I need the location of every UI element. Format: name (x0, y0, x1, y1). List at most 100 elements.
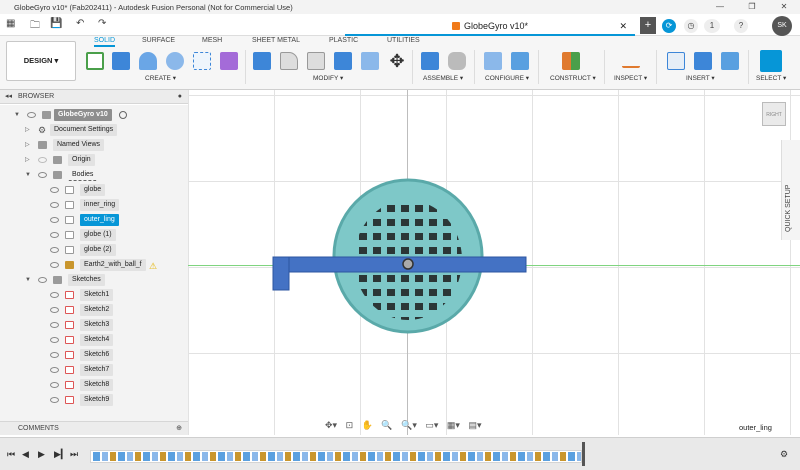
visibility-eye-icon[interactable] (27, 112, 36, 118)
play-icon[interactable]: ▶ (38, 449, 45, 460)
quick-setup-panel[interactable]: QUICK SETUP (781, 140, 800, 240)
step-back-icon[interactable]: ◀ (22, 449, 29, 460)
go-to-start-icon[interactable]: ⏮ (7, 449, 15, 460)
tree-row[interactable]: Sketch8 (0, 378, 188, 392)
expand-arrow-icon[interactable]: ▼ (25, 168, 31, 182)
pivot-point[interactable] (402, 258, 414, 270)
tree-row[interactable]: ▼ Bodies (0, 168, 188, 182)
expand-arrow-icon[interactable]: ▷ (25, 153, 30, 167)
comments-panel-header[interactable]: COMMENTS ⊕ (0, 421, 188, 435)
tab-surface[interactable]: SURFACE (142, 37, 175, 44)
visibility-eye-icon[interactable] (50, 202, 59, 208)
pan-icon[interactable]: ✋ (362, 420, 373, 430)
create-menu[interactable]: CREATE ▾ (145, 74, 176, 82)
notifications-icon[interactable]: ◷ (684, 19, 698, 33)
select-icon[interactable] (760, 50, 782, 72)
3d-viewport[interactable] (188, 90, 800, 435)
zoom-window-icon[interactable]: 🔍▾ (401, 420, 417, 430)
expand-arrow-icon[interactable]: ▼ (25, 273, 31, 287)
tree-row[interactable]: Sketch9 (0, 393, 188, 407)
extensions-icon[interactable]: ⟳ (662, 19, 676, 33)
tree-row[interactable]: Earth2_with_ball_f ⚠ (0, 258, 188, 272)
measure-icon[interactable] (622, 58, 640, 68)
undo-icon[interactable]: ↶ (76, 18, 84, 29)
grid-menu-icon[interactable]: ▦ (6, 18, 15, 29)
tab-plastic[interactable]: PLASTIC (329, 37, 358, 44)
tab-sheet-metal[interactable]: SHEET METAL (252, 37, 300, 44)
tree-row[interactable]: Sketch1 (0, 288, 188, 302)
new-component-icon[interactable] (421, 52, 439, 70)
revolve-icon[interactable] (139, 52, 157, 70)
folder-icon[interactable]: 🗀 (30, 18, 40, 35)
insert-mesh-icon[interactable] (694, 52, 712, 70)
save-icon[interactable]: 💾 (50, 18, 62, 29)
visibility-eye-icon[interactable] (50, 187, 59, 193)
tree-row[interactable]: Sketch4 (0, 333, 188, 347)
tree-row[interactable]: ▷ Origin (0, 153, 188, 167)
visibility-eye-icon[interactable] (50, 367, 59, 373)
inspect-menu[interactable]: INSPECT ▾ (614, 74, 647, 82)
shell-icon[interactable] (334, 52, 352, 70)
create-sketch-icon[interactable] (86, 52, 104, 70)
tree-row[interactable]: Sketch2 (0, 303, 188, 317)
visibility-eye-icon[interactable] (50, 262, 59, 268)
timeline-track[interactable] (90, 450, 582, 463)
orbit-icon[interactable]: ✥▾ (325, 420, 337, 430)
visibility-eye-icon[interactable] (50, 397, 59, 403)
insert-menu[interactable]: INSERT ▾ (686, 74, 715, 82)
visibility-eye-icon[interactable] (38, 172, 47, 178)
zoom-icon[interactable]: 🔍 (381, 420, 392, 430)
parameters-icon[interactable] (484, 52, 502, 70)
view-cube[interactable]: RIGHT (762, 102, 786, 126)
new-tab-button[interactable]: + (640, 17, 656, 34)
hidden-eye-icon[interactable] (38, 157, 47, 163)
tab-mesh[interactable]: MESH (202, 37, 222, 44)
chamfer-icon[interactable] (307, 52, 325, 70)
tree-row[interactable]: Sketch7 (0, 363, 188, 377)
form-icon[interactable] (220, 52, 238, 70)
visibility-eye-icon[interactable] (50, 247, 59, 253)
tree-row[interactable]: globe (0, 183, 188, 197)
minimize-button[interactable]: — (704, 0, 736, 14)
timeline-settings-icon[interactable]: ⚙ (780, 449, 788, 460)
construct-menu[interactable]: CONSTRUCT ▾ (550, 74, 596, 82)
combine-icon[interactable] (361, 52, 379, 70)
collapse-icon[interactable]: ◂◂ (5, 90, 12, 104)
visibility-eye-icon[interactable] (50, 382, 59, 388)
hole-icon[interactable] (166, 52, 184, 70)
box-select-icon[interactable] (193, 52, 211, 70)
job-status-count[interactable]: 1 (704, 19, 720, 33)
timeline-marker[interactable] (582, 442, 585, 466)
extrude-icon[interactable] (112, 52, 130, 70)
tab-solid[interactable]: SOLID (94, 37, 116, 47)
configure-table-icon[interactable] (511, 52, 529, 70)
close-window-button[interactable]: ✕ (768, 0, 800, 14)
browser-options-icon[interactable]: ● (178, 90, 182, 104)
tree-row[interactable]: ▼ Sketches (0, 273, 188, 287)
press-pull-icon[interactable] (253, 52, 271, 70)
go-to-end-icon[interactable]: ⏭ (70, 449, 78, 460)
workspace-switcher[interactable]: DESIGN ▾ (6, 41, 76, 81)
visibility-eye-icon[interactable] (50, 307, 59, 313)
configure-menu[interactable]: CONFIGURE ▾ (485, 74, 529, 82)
tab-utilities[interactable]: UTILITIES (387, 37, 420, 44)
redo-icon[interactable]: ↷ (98, 18, 106, 29)
look-at-icon[interactable]: ⊡ (346, 420, 354, 430)
outer-ring-bar[interactable] (272, 256, 527, 273)
tree-row[interactable]: Sketch6 (0, 348, 188, 362)
close-tab-button[interactable]: ✕ (619, 17, 627, 35)
fillet-icon[interactable] (280, 52, 298, 70)
document-tab[interactable]: GlobeGyro v10* ✕ (345, 17, 635, 36)
maximize-button[interactable]: ❐ (736, 0, 768, 14)
joint-icon[interactable] (448, 52, 466, 70)
warning-icon[interactable]: ⚠ (149, 259, 157, 273)
grid-settings-icon[interactable]: ▦▾ (447, 420, 460, 430)
display-settings-icon[interactable]: ▭▾ (425, 420, 438, 430)
expand-arrow-icon[interactable]: ▼ (14, 108, 20, 122)
model-render[interactable] (188, 90, 800, 435)
tree-row[interactable]: inner_ring (0, 198, 188, 212)
tree-row[interactable]: globe (1) (0, 228, 188, 242)
viewports-icon[interactable]: ▤▾ (468, 420, 481, 430)
tree-row[interactable]: Sketch3 (0, 318, 188, 332)
expand-arrow-icon[interactable]: ▷ (25, 138, 30, 152)
